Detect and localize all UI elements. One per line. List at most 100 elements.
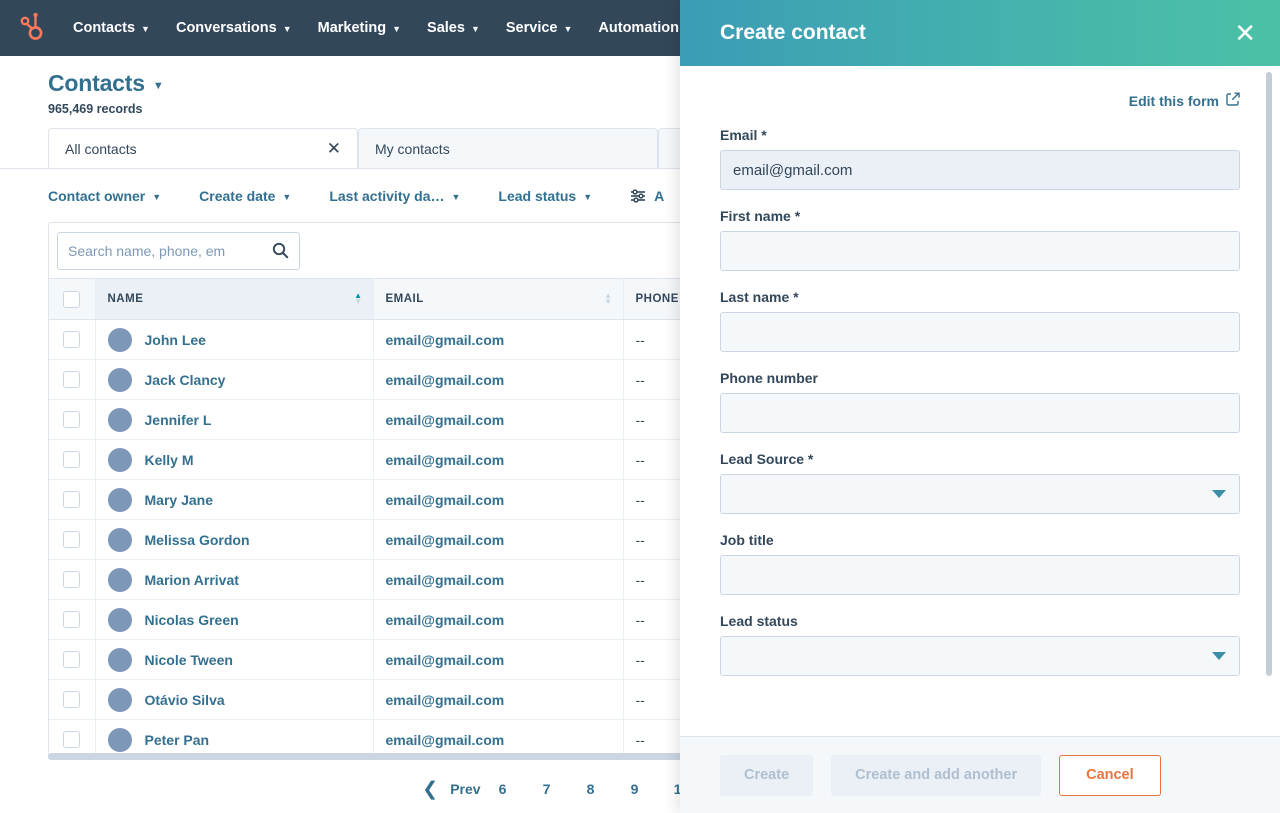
form-field: Phone number <box>720 370 1240 433</box>
row-checkbox[interactable] <box>63 411 81 429</box>
row-select-cell <box>49 639 96 680</box>
contact-name-link[interactable]: John Lee <box>145 332 206 348</box>
contact-email-link[interactable]: email@gmail.com <box>386 492 505 508</box>
nav-item-sales[interactable]: Sales ▼ <box>414 0 493 56</box>
row-checkbox[interactable] <box>63 651 81 669</box>
pagination-page-9[interactable]: 9 <box>624 777 646 801</box>
contact-email-link[interactable]: email@gmail.com <box>386 412 505 428</box>
contact-phone-value: -- <box>635 611 645 628</box>
modal-vertical-scrollbar[interactable] <box>1266 72 1272 676</box>
edit-this-form-link[interactable]: Edit this form <box>720 92 1240 109</box>
tab-all-contacts[interactable]: All contacts ✕ <box>48 128 358 168</box>
modal-form-fields: Email * First name * Last name * Phone numb… <box>720 127 1240 676</box>
contact-email-link[interactable]: email@gmail.com <box>386 372 505 388</box>
contact-email-link[interactable]: email@gmail.com <box>386 452 505 468</box>
search-box[interactable] <box>57 231 300 270</box>
row-checkbox[interactable] <box>63 731 81 749</box>
contact-email-link[interactable]: email@gmail.com <box>386 732 505 748</box>
first-name-input[interactable] <box>720 231 1240 271</box>
modal-header: Create contact ✕ <box>680 0 1280 66</box>
contact-email-link[interactable]: email@gmail.com <box>386 332 505 348</box>
row-checkbox[interactable] <box>63 331 81 349</box>
select-all-header <box>49 278 96 320</box>
contact-email-link[interactable]: email@gmail.com <box>386 612 505 628</box>
select-all-checkbox[interactable] <box>63 290 81 308</box>
contact-email-link[interactable]: email@gmail.com <box>386 692 505 708</box>
close-icon[interactable]: ✕ <box>1234 20 1256 46</box>
cell-email: email@gmail.com <box>373 359 624 400</box>
contact-name-link[interactable]: Jennifer L <box>145 412 212 428</box>
cell-name: Marion Arrivat <box>95 559 374 600</box>
row-checkbox[interactable] <box>63 571 81 589</box>
chevron-down-icon <box>1212 490 1226 498</box>
row-checkbox[interactable] <box>63 531 81 549</box>
filter-create-date[interactable]: Create date ▼ <box>199 188 291 204</box>
contact-name-link[interactable]: Nicolas Green <box>145 612 239 628</box>
filter-lead-status[interactable]: Lead status ▼ <box>498 188 592 204</box>
tab-label: All contacts <box>65 140 137 157</box>
pagination-prev-button[interactable]: ❮ Prev <box>422 778 480 801</box>
pagination-page-6[interactable]: 6 <box>492 777 514 801</box>
contact-email-link[interactable]: email@gmail.com <box>386 652 505 668</box>
column-header-name[interactable]: NAME ▲ ▼ <box>95 278 374 320</box>
row-checkbox[interactable] <box>63 611 81 629</box>
email-input[interactable] <box>720 150 1240 190</box>
row-select-cell <box>49 359 96 400</box>
avatar <box>107 527 132 552</box>
contact-name-link[interactable]: Peter Pan <box>145 732 210 748</box>
form-field: Email * <box>720 127 1240 190</box>
row-select-cell <box>49 519 96 560</box>
filter-contact-owner[interactable]: Contact owner ▼ <box>48 188 161 204</box>
search-input[interactable] <box>68 242 272 259</box>
pagination-page-8[interactable]: 8 <box>580 777 602 801</box>
filter-last-activity-date[interactable]: Last activity da… ▼ <box>329 188 460 204</box>
contact-name-link[interactable]: Marion Arrivat <box>145 572 239 588</box>
advanced-filters-button[interactable]: A <box>630 188 664 204</box>
lead-status-select[interactable] <box>720 636 1240 676</box>
hubspot-logo-icon[interactable] <box>14 11 48 45</box>
column-header-email[interactable]: EMAIL ▲ ▼ <box>373 278 624 320</box>
contact-name-link[interactable]: Otávio Silva <box>145 692 225 708</box>
pagination-page-7[interactable]: 7 <box>536 777 558 801</box>
nav-item-contacts[interactable]: Contacts ▼ <box>60 0 163 56</box>
page-title[interactable]: Contacts ▼ <box>48 70 164 97</box>
chevron-down-icon: ▼ <box>152 191 162 202</box>
nav-item-label: Automation <box>598 20 679 36</box>
row-checkbox[interactable] <box>63 691 81 709</box>
chevron-down-icon: ▼ <box>583 191 593 202</box>
row-checkbox[interactable] <box>63 371 81 389</box>
nav-item-service[interactable]: Service ▼ <box>493 0 586 56</box>
last-name-input[interactable] <box>720 312 1240 352</box>
cell-email: email@gmail.com <box>373 599 624 640</box>
row-checkbox[interactable] <box>63 491 81 509</box>
avatar <box>107 407 132 432</box>
tab-my-contacts[interactable]: My contacts <box>358 128 658 168</box>
cell-name: Jack Clancy <box>95 359 374 400</box>
contact-name-link[interactable]: Melissa Gordon <box>145 532 250 548</box>
create-and-add-another-button[interactable]: Create and add another <box>831 754 1042 796</box>
hubspot-crm-screen: Contacts ▼ Conversations ▼ Marketing ▼ S… <box>0 0 1280 813</box>
contact-phone-value: -- <box>635 371 645 388</box>
cell-email: email@gmail.com <box>373 319 624 360</box>
contact-name-link[interactable]: Jack Clancy <box>145 372 226 388</box>
contact-name-link[interactable]: Kelly M <box>145 452 194 468</box>
row-checkbox[interactable] <box>63 451 81 469</box>
nav-item-conversations[interactable]: Conversations ▼ <box>163 0 305 56</box>
phone-number-input[interactable] <box>720 393 1240 433</box>
create-button[interactable]: Create <box>720 754 814 796</box>
modal-body: Edit this form Email * First name * Last n… <box>680 66 1280 736</box>
column-label: NAME <box>107 293 144 305</box>
cell-name: Nicole Tween <box>95 639 374 680</box>
search-icon[interactable] <box>272 242 289 259</box>
lead-status-label: Lead status <box>720 613 798 629</box>
contact-email-link[interactable]: email@gmail.com <box>386 532 505 548</box>
contact-name-link[interactable]: Nicole Tween <box>145 652 233 668</box>
job-title-input[interactable] <box>720 555 1240 595</box>
cancel-button[interactable]: Cancel <box>1059 754 1161 796</box>
contact-email-link[interactable]: email@gmail.com <box>386 572 505 588</box>
nav-item-marketing[interactable]: Marketing ▼ <box>305 0 414 56</box>
lead-source-select[interactable] <box>720 474 1240 514</box>
cell-name: Melissa Gordon <box>95 519 374 560</box>
contact-name-link[interactable]: Mary Jane <box>145 492 213 508</box>
close-icon[interactable]: ✕ <box>327 140 341 157</box>
